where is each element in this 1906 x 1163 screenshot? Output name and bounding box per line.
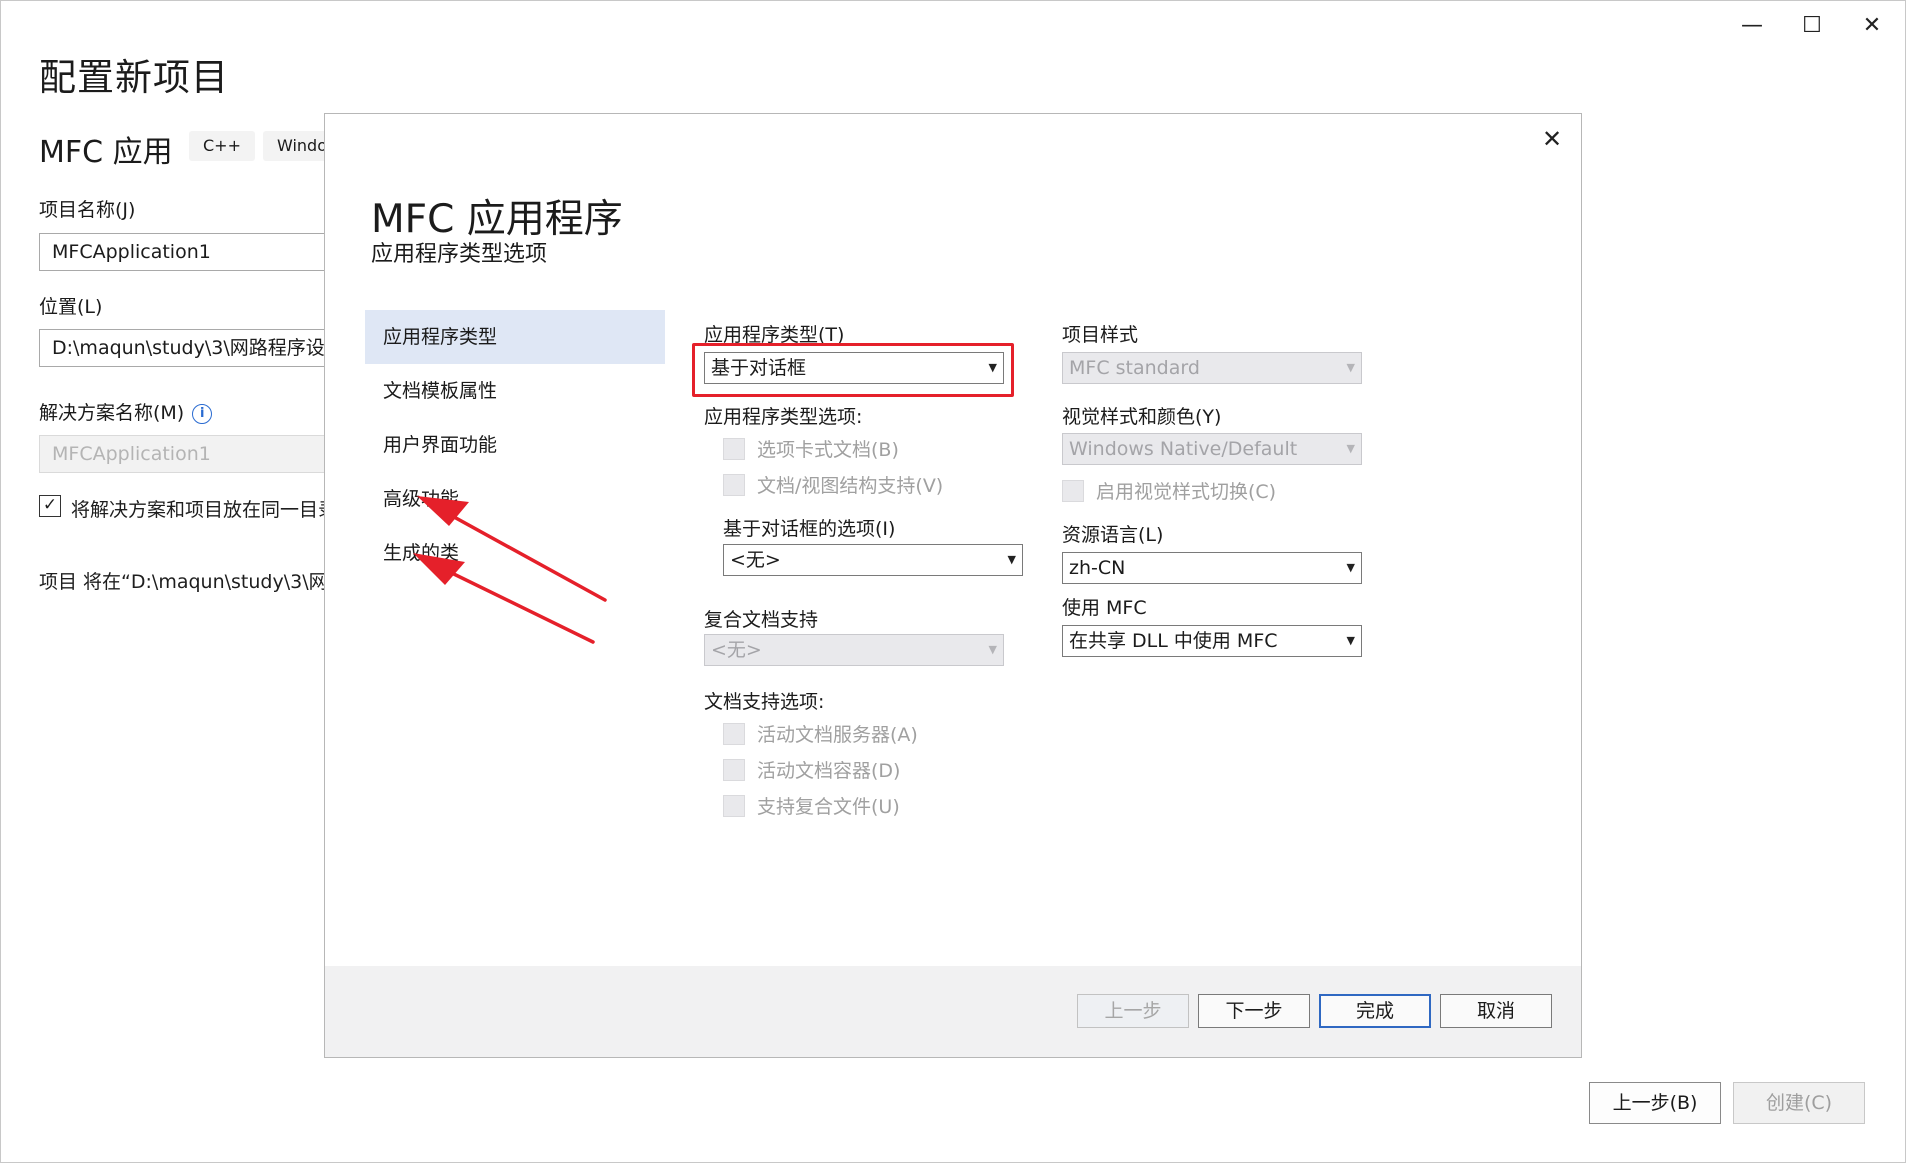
page-title: 配置新项目 (39, 56, 229, 99)
project-name-label: 项目名称(J) (39, 199, 136, 221)
arrow-to-generated-classes (413, 553, 595, 644)
close-window-button[interactable]: ✕ (1843, 7, 1901, 43)
minimize-button[interactable]: — (1723, 7, 1781, 43)
prev-step-button: 上一步 (1077, 994, 1189, 1028)
project-name-input[interactable]: MFCApplication1 (39, 233, 339, 271)
location-label: 位置(L) (39, 296, 103, 318)
back-button[interactable]: 上一步(B) (1589, 1082, 1721, 1124)
cancel-button[interactable]: 取消 (1440, 994, 1552, 1028)
tag-language: C++ (189, 131, 255, 161)
mfc-wizard-dialog: ✕ MFC 应用程序 应用程序类型选项 应用程序类型 文档模板属性 用户界面功能… (324, 113, 1582, 1058)
annotation-arrows (413, 496, 607, 644)
solution-name-label-text: 解决方案名称(M) (39, 402, 185, 424)
solution-name-label: 解决方案名称(M) i (39, 398, 213, 425)
solution-name-input: MFCApplication1 (39, 435, 339, 473)
template-name: MFC 应用 (39, 135, 173, 170)
finish-button[interactable]: 完成 (1319, 994, 1431, 1028)
dialog-footer: 上一步 下一步 完成 取消 (325, 966, 1581, 1057)
minimize-icon: — (1741, 12, 1763, 38)
same-directory-label: 将解决方案和项目放在同一目录中 (71, 499, 357, 521)
maximize-button[interactable]: ☐ (1783, 7, 1841, 43)
arrow-head (413, 553, 465, 585)
same-directory-checkbox[interactable]: ✓ (39, 495, 61, 517)
configure-project-window: — ☐ ✕ 配置新项目 MFC 应用 C++ Windows 项目名称(J) M… (0, 0, 1906, 1163)
close-icon: ✕ (1862, 12, 1882, 38)
maximize-icon: ☐ (1802, 12, 1822, 38)
create-button: 创建(C) (1733, 1082, 1865, 1124)
next-step-button[interactable]: 下一步 (1198, 994, 1310, 1028)
info-icon[interactable]: i (192, 403, 213, 424)
location-input[interactable]: D:\maqun\study\3\网路程序设计 (39, 329, 339, 367)
